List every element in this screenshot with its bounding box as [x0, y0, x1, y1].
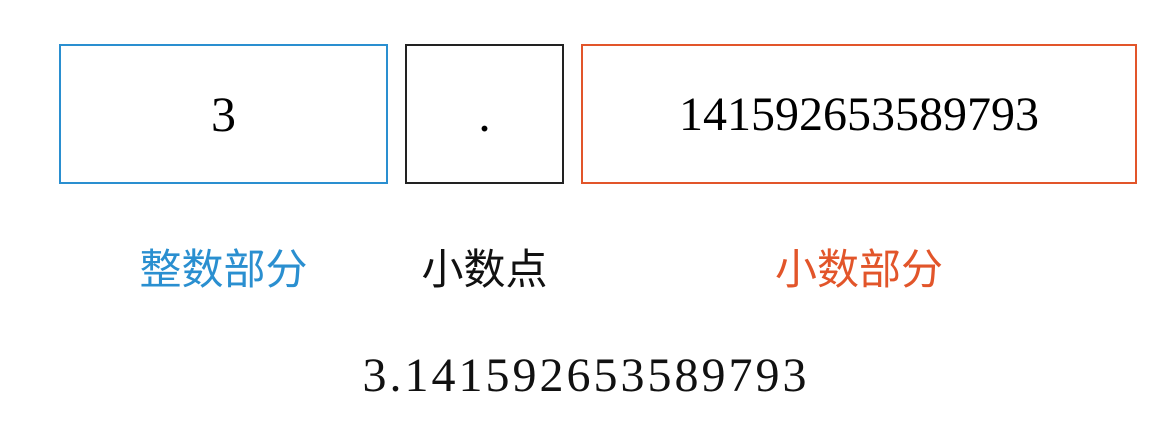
integer-part-label: 整数部分: [139, 244, 308, 294]
decimal-point-value: .: [478, 86, 491, 142]
fractional-part-box: 141592653589793: [581, 44, 1137, 184]
fractional-part-value: 141592653589793: [679, 87, 1039, 141]
integer-part-value: 3: [211, 86, 236, 142]
decimal-point-label: 小数点: [421, 244, 548, 294]
full-number: 3.141592653589793: [362, 348, 810, 402]
fractional-part-label: 小数部分: [774, 244, 943, 294]
integer-part-box: 3: [59, 44, 388, 184]
decimal-point-box: .: [405, 44, 564, 184]
